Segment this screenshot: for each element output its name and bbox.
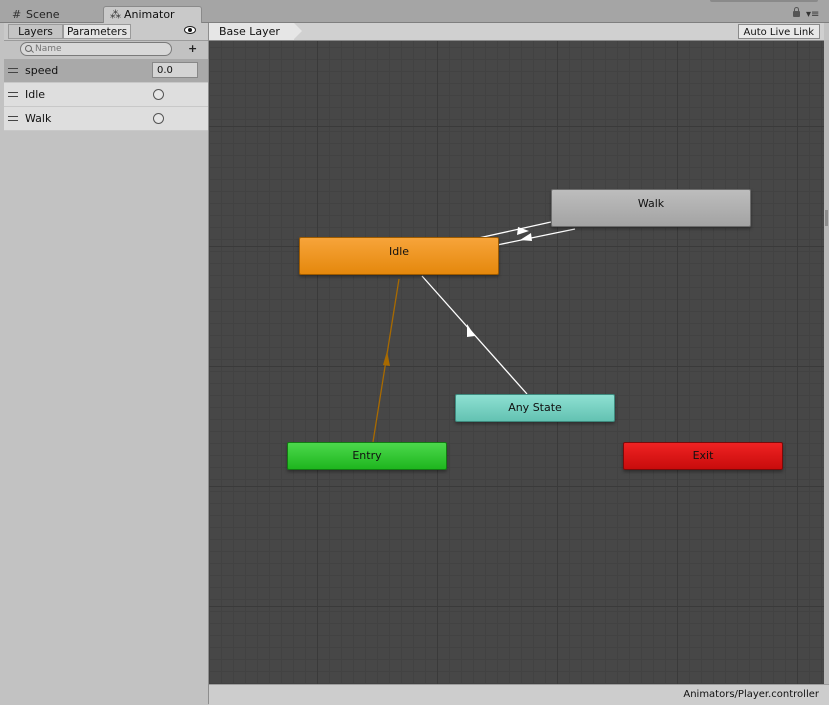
transition-arrow-icon xyxy=(467,324,475,337)
search-input[interactable] xyxy=(35,43,165,55)
state-node-entry[interactable]: Entry xyxy=(287,442,447,470)
animator-window: # Scene ⁂Animator ▾≡ Layers Parameters + … xyxy=(0,0,829,705)
graph-toolbar: Base Layer Auto Live Link xyxy=(209,23,824,41)
trigger-radio[interactable] xyxy=(153,89,164,100)
parameter-row-walk[interactable]: Walk xyxy=(4,107,208,131)
transition-arrow-icon xyxy=(383,351,390,366)
parameters-panel: Layers Parameters + speed 0.0 Idle Walk xyxy=(4,23,209,704)
parameter-row-idle[interactable]: Idle xyxy=(4,83,208,107)
auto-live-link-button[interactable]: Auto Live Link xyxy=(737,24,820,39)
drag-handle-icon[interactable] xyxy=(8,92,18,97)
parameter-name: speed xyxy=(25,64,59,77)
parameter-name: Idle xyxy=(25,88,46,101)
tab-scene-label: Scene xyxy=(26,8,60,21)
parameter-name: Walk xyxy=(25,112,52,125)
hash-icon: # xyxy=(12,8,22,21)
state-node-walk[interactable]: Walk xyxy=(551,189,751,227)
toolbar-edge xyxy=(710,0,818,2)
transition-arrow-icon xyxy=(520,233,532,241)
animator-icon: ⁂ xyxy=(110,8,121,21)
search-field[interactable] xyxy=(20,42,172,56)
lock-icon[interactable] xyxy=(793,7,800,17)
state-node-idle[interactable]: Idle xyxy=(299,237,499,275)
status-bar: Animators/Player.controller xyxy=(209,684,829,705)
parameter-row-speed[interactable]: speed 0.0 xyxy=(4,59,208,83)
trigger-radio[interactable] xyxy=(153,113,164,124)
tab-layers[interactable]: Layers xyxy=(8,24,63,39)
drag-handle-icon[interactable] xyxy=(8,116,18,121)
tab-animator-label: Animator xyxy=(124,8,175,21)
search-row: + xyxy=(4,41,208,59)
state-node-exit[interactable]: Exit xyxy=(623,442,783,470)
search-icon xyxy=(25,45,32,52)
editor-tab-strip: # Scene ⁂ Animator ▾≡ xyxy=(0,0,829,23)
panel-tabs: Layers Parameters xyxy=(4,23,208,41)
tab-animator[interactable]: ⁂ Animator xyxy=(103,6,202,23)
breadcrumb-base-layer[interactable]: Base Layer xyxy=(209,23,302,40)
graph-scrollbar[interactable] xyxy=(824,40,829,684)
tab-scene[interactable]: # Scene xyxy=(6,7,96,22)
controller-path: Animators/Player.controller xyxy=(683,689,819,700)
eye-icon[interactable] xyxy=(184,26,196,34)
tab-parameters[interactable]: Parameters xyxy=(63,24,131,39)
state-node-any-state[interactable]: Any State xyxy=(455,394,615,422)
state-machine-graph[interactable]: Walk Idle Any State Entry Exit xyxy=(209,23,824,684)
drag-handle-icon[interactable] xyxy=(8,68,18,73)
window-menu-icon[interactable]: ▾≡ xyxy=(806,10,820,20)
transition-layer xyxy=(372,221,576,443)
add-parameter-icon[interactable]: + xyxy=(188,43,197,54)
transition-anystate-to-idle[interactable] xyxy=(421,275,528,395)
parameter-float-field[interactable]: 0.0 xyxy=(152,62,198,78)
